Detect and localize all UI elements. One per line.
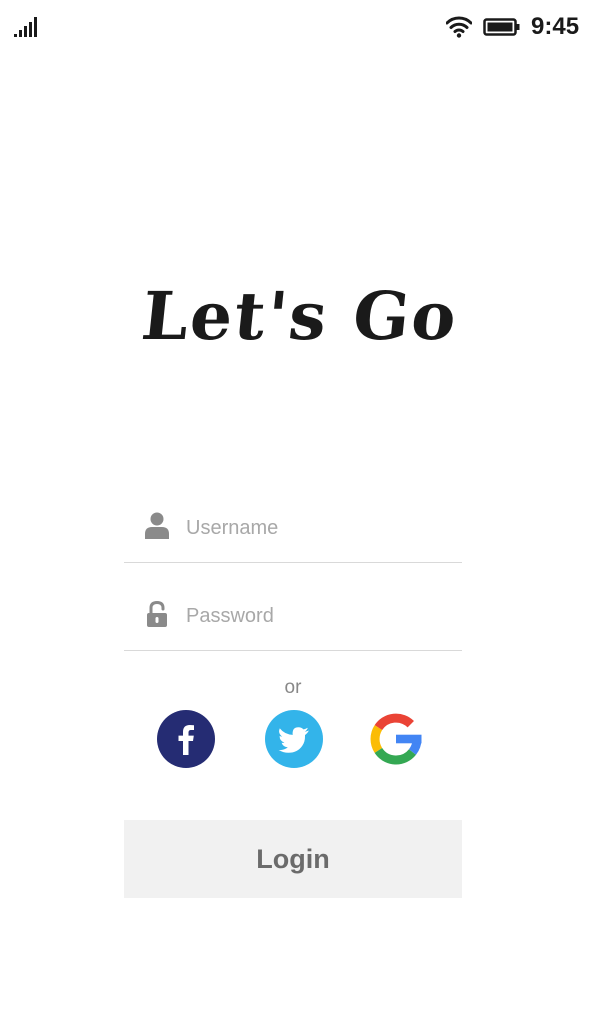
person-icon [145,512,169,539]
status-bar: 9:45 [0,0,600,56]
signal-bars-icon [14,17,37,37]
password-input[interactable] [186,598,446,634]
twitter-login-button[interactable] [265,710,323,768]
password-field[interactable] [124,594,462,651]
battery-icon [483,18,520,36]
twitter-icon [265,710,323,768]
lock-icon [147,600,167,627]
google-icon [370,713,422,765]
username-input[interactable] [186,510,446,546]
wifi-icon [446,16,472,38]
or-divider-label: or [284,677,302,698]
app-logo: Let's Go [138,277,462,355]
google-login-button[interactable] [367,710,425,768]
status-time: 9:45 [531,13,580,40]
login-button[interactable]: Login [124,820,462,898]
username-field[interactable] [124,506,462,563]
facebook-login-button[interactable] [157,710,215,768]
facebook-icon [157,710,215,768]
